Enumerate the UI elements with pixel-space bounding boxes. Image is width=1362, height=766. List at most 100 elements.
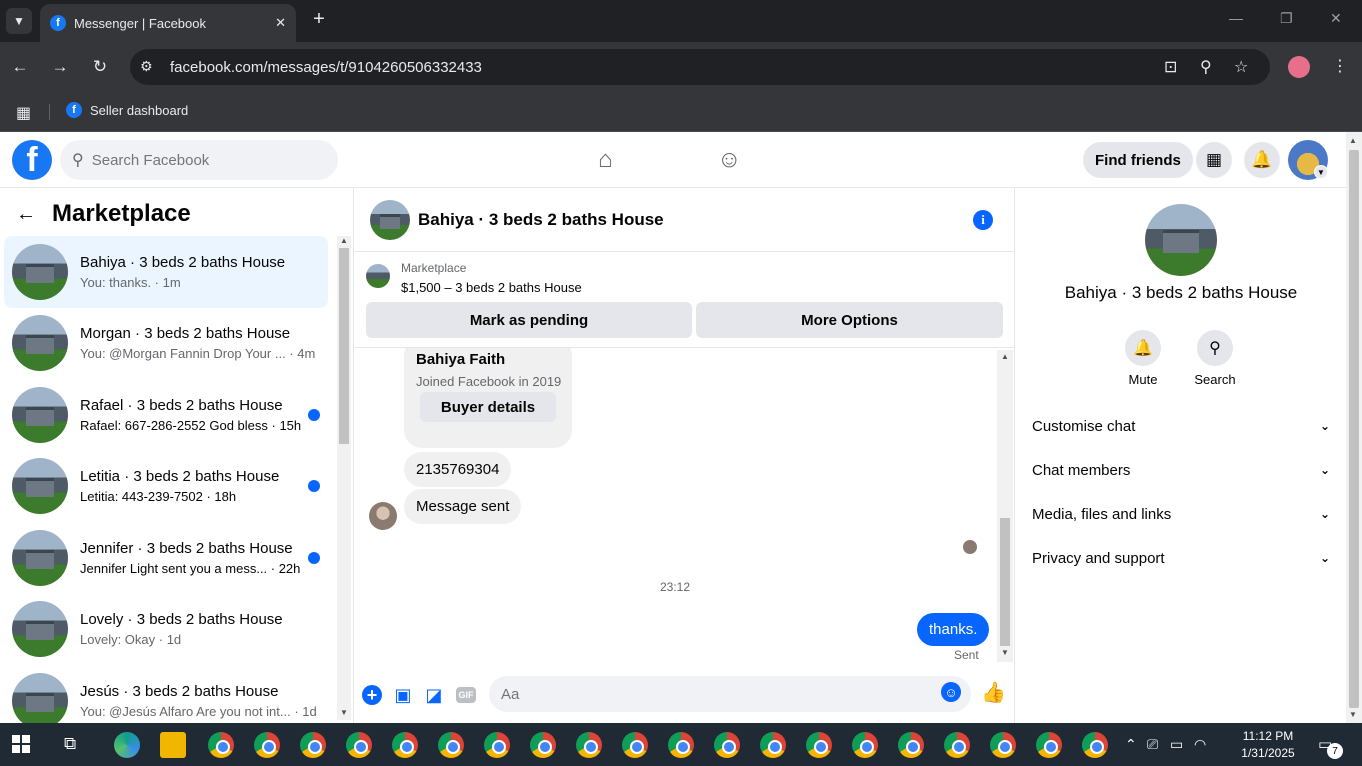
chrome-taskbar-icon[interactable] xyxy=(806,732,832,758)
battery-icon[interactable]: ▭ xyxy=(1170,736,1183,753)
back-arrow-icon[interactable]: ← xyxy=(10,57,30,77)
chat-scrollbar[interactable]: ▲ ▼ xyxy=(997,350,1013,662)
listing-thumbnail[interactable] xyxy=(366,264,390,288)
zoom-icon[interactable]: ⚲ xyxy=(1200,57,1212,77)
find-friends-button[interactable]: Find friends xyxy=(1083,142,1193,178)
site-settings-icon[interactable]: ⚙ xyxy=(140,58,153,75)
notifications-bell-icon[interactable]: 🔔 xyxy=(1244,142,1280,178)
chrome-taskbar-icon[interactable] xyxy=(898,732,924,758)
scroll-up-arrow-icon[interactable]: ▲ xyxy=(340,236,348,245)
bookmark-seller-dashboard[interactable]: f Seller dashboard xyxy=(66,102,188,118)
account-chevron-down-icon[interactable]: ▼ xyxy=(1314,165,1328,179)
scroll-up-arrow-icon[interactable]: ▲ xyxy=(1001,352,1009,361)
chrome-taskbar-icon[interactable] xyxy=(208,732,234,758)
page-scrollbar-thumb[interactable] xyxy=(1349,150,1359,708)
attach-photo-icon[interactable]: ▣ xyxy=(392,684,414,706)
conversation-info-icon[interactable]: i xyxy=(973,210,993,230)
chrome-taskbar-icon[interactable] xyxy=(668,732,694,758)
facebook-search-input[interactable] xyxy=(91,151,312,169)
file-explorer-icon[interactable] xyxy=(160,732,186,758)
window-restore-icon[interactable]: ❐ xyxy=(1280,10,1293,27)
tray-chevron-up-icon[interactable]: ⌃ xyxy=(1125,736,1137,753)
task-view-icon[interactable]: ⧉ xyxy=(64,734,76,754)
chrome-taskbar-icon[interactable] xyxy=(1036,732,1062,758)
window-close-icon[interactable]: ✕ xyxy=(1330,10,1342,27)
windows-start-icon[interactable] xyxy=(12,735,30,753)
privacy-support-section[interactable]: Privacy and support ⌄ xyxy=(1024,536,1338,580)
scroll-up-arrow-icon[interactable]: ▲ xyxy=(1349,136,1357,145)
conversation-item[interactable]: Letitia · 3 beds 2 baths House Letitia: … xyxy=(4,450,328,522)
system-clock[interactable]: 11:12 PM 1/31/2025 xyxy=(1230,728,1306,762)
conversation-item[interactable]: Jesús · 3 beds 2 baths House You: @Jesús… xyxy=(4,665,328,723)
tray-device-icon[interactable]: ⎚ xyxy=(1147,736,1158,753)
emoji-icon[interactable]: ☺ xyxy=(941,682,961,702)
message-input-box[interactable] xyxy=(489,676,971,712)
chrome-taskbar-icon[interactable] xyxy=(254,732,280,758)
edge-browser-icon[interactable] xyxy=(114,732,140,758)
chrome-taskbar-icon[interactable] xyxy=(714,732,740,758)
incoming-message-bubble[interactable]: Message sent xyxy=(404,489,522,524)
groups-icon[interactable]: ☺ xyxy=(717,146,742,174)
menu-grid-icon[interactable]: ▦ xyxy=(1196,142,1232,178)
chrome-menu-icon[interactable]: ⋮ xyxy=(1332,56,1348,76)
conversation-item[interactable]: Bahiya · 3 beds 2 baths House You: thank… xyxy=(4,236,328,308)
conversation-item[interactable]: Jennifer · 3 beds 2 baths House Jennifer… xyxy=(4,522,328,594)
scroll-down-arrow-icon[interactable]: ▼ xyxy=(1001,648,1009,657)
facebook-logo-icon[interactable]: f xyxy=(12,140,52,180)
back-arrow-icon[interactable]: ← xyxy=(16,203,36,226)
mute-action[interactable]: 🔔 Mute xyxy=(1108,330,1178,387)
forward-arrow-icon[interactable]: → xyxy=(50,57,70,77)
conversation-item[interactable]: Lovely · 3 beds 2 baths House Lovely: Ok… xyxy=(4,593,328,665)
reload-icon[interactable]: ↻ xyxy=(90,57,110,77)
chrome-taskbar-icon[interactable] xyxy=(1082,732,1108,758)
chrome-taskbar-icon[interactable] xyxy=(300,732,326,758)
conversation-item[interactable]: Morgan · 3 beds 2 baths House You: @Morg… xyxy=(4,307,328,379)
conversation-scrollbar-thumb[interactable] xyxy=(339,248,349,444)
chrome-taskbar-icon[interactable] xyxy=(852,732,878,758)
chrome-taskbar-icon[interactable] xyxy=(392,732,418,758)
facebook-search[interactable]: ⚲ xyxy=(60,140,338,180)
scroll-down-arrow-icon[interactable]: ▼ xyxy=(1349,710,1357,719)
tab-close-icon[interactable]: ✕ xyxy=(275,15,286,31)
window-minimize-icon[interactable]: — xyxy=(1229,10,1243,26)
page-scrollbar[interactable]: ▲ ▼ xyxy=(1346,132,1362,723)
home-icon[interactable]: ⌂ xyxy=(598,146,613,174)
gif-icon[interactable]: GIF xyxy=(456,687,476,703)
bookmark-star-icon[interactable]: ☆ xyxy=(1234,57,1248,77)
chat-members-section[interactable]: Chat members ⌄ xyxy=(1024,448,1338,492)
search-action[interactable]: ⚲ Search xyxy=(1180,330,1250,387)
sticker-icon[interactable]: ◪ xyxy=(423,684,445,706)
tab-search-chevron-icon[interactable]: ▼ xyxy=(6,8,32,34)
search-icon[interactable]: ⚲ xyxy=(1197,330,1233,366)
chrome-taskbar-icon[interactable] xyxy=(346,732,372,758)
chat-house-avatar[interactable] xyxy=(370,200,410,240)
media-files-links-section[interactable]: Media, files and links ⌄ xyxy=(1024,492,1338,536)
chrome-taskbar-icon[interactable] xyxy=(530,732,556,758)
chrome-taskbar-icon[interactable] xyxy=(622,732,648,758)
chrome-taskbar-icon[interactable] xyxy=(576,732,602,758)
chat-scrollbar-thumb[interactable] xyxy=(1000,518,1010,646)
address-bar[interactable]: ⚙ facebook.com/messages/t/91042605063324… xyxy=(130,49,1270,85)
bell-icon[interactable]: 🔔 xyxy=(1125,330,1161,366)
install-app-icon[interactable]: ⊡ xyxy=(1164,57,1177,77)
apps-grid-icon[interactable]: ▦ xyxy=(16,103,31,123)
buyer-details-button[interactable]: Buyer details xyxy=(420,392,556,422)
browser-tab-messenger[interactable]: f Messenger | Facebook ✕ xyxy=(40,4,296,42)
mark-as-pending-button[interactable]: Mark as pending xyxy=(366,302,692,338)
scroll-down-arrow-icon[interactable]: ▼ xyxy=(340,708,348,717)
chrome-taskbar-icon[interactable] xyxy=(484,732,510,758)
sender-avatar[interactable] xyxy=(369,502,397,530)
customise-chat-section[interactable]: Customise chat ⌄ xyxy=(1024,404,1338,448)
chrome-taskbar-icon[interactable] xyxy=(760,732,786,758)
chrome-taskbar-icon[interactable] xyxy=(438,732,464,758)
chat-title[interactable]: Bahiya · 3 beds 2 baths House xyxy=(418,210,664,230)
incoming-message-bubble[interactable]: 2135769304 xyxy=(404,452,512,487)
listing-price-title[interactable]: $1,500 – 3 beds 2 baths House xyxy=(401,280,582,295)
chrome-profile-icon[interactable] xyxy=(1288,56,1310,78)
message-input[interactable] xyxy=(501,685,921,703)
more-options-button[interactable]: More Options xyxy=(696,302,1003,338)
more-actions-plus-icon[interactable]: + xyxy=(362,685,382,705)
chrome-taskbar-icon[interactable] xyxy=(990,732,1016,758)
conversation-item[interactable]: Rafael · 3 beds 2 baths House Rafael: 66… xyxy=(4,379,328,451)
url-text[interactable]: facebook.com/messages/t/9104260506332433 xyxy=(170,59,482,76)
